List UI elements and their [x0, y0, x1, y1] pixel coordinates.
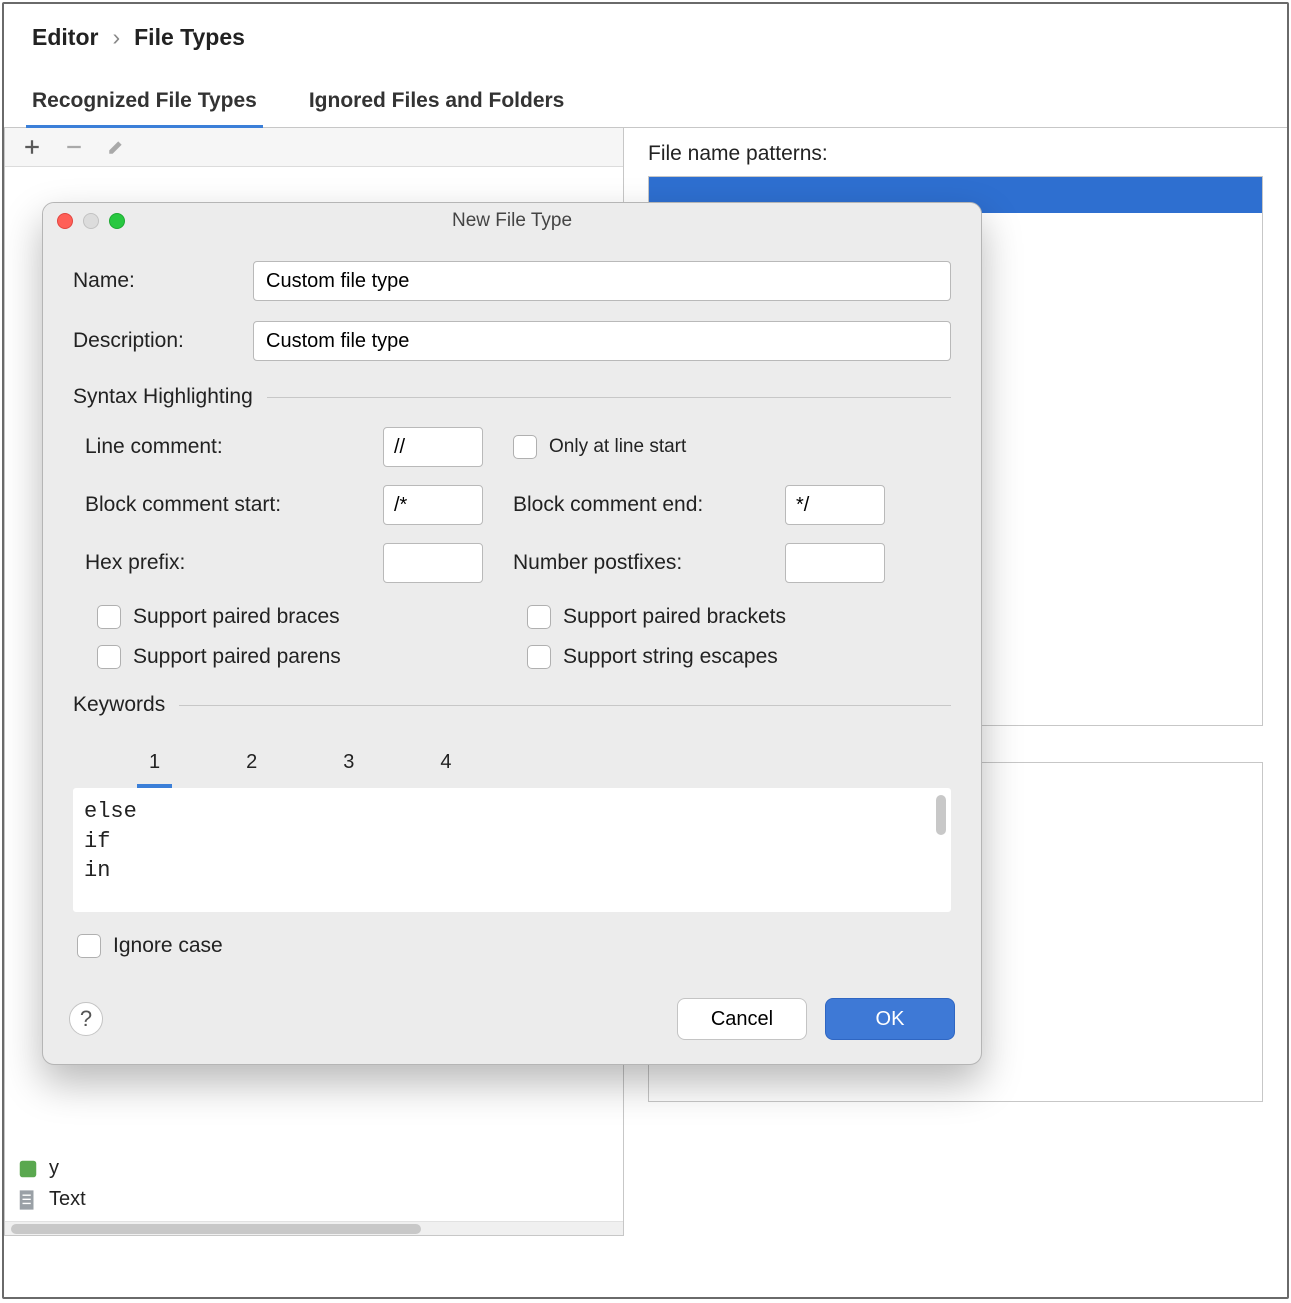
keyword-tab-4[interactable]: 4: [428, 745, 463, 788]
list-item-label: y: [49, 1157, 59, 1180]
breadcrumb: Editor › File Types: [4, 4, 1287, 61]
keyword-tabs: 1 2 3 4: [73, 735, 951, 788]
ok-button[interactable]: OK: [825, 998, 955, 1040]
list-item[interactable]: Text: [15, 1184, 613, 1215]
filetype-tabs: Recognized File Types Ignored Files and …: [4, 61, 1287, 128]
tab-ignored-files-folders[interactable]: Ignored Files and Folders: [303, 81, 571, 127]
only-at-line-start-checkbox[interactable]: [513, 435, 537, 459]
add-icon[interactable]: [21, 136, 43, 158]
number-postfixes-field[interactable]: [785, 543, 885, 583]
types-toolbar: [5, 128, 623, 167]
support-brackets-checkbox[interactable]: [527, 605, 551, 629]
breadcrumb-parent[interactable]: Editor: [32, 24, 98, 51]
vertical-scrollbar[interactable]: [936, 795, 946, 835]
types-list-visible: y Text: [5, 1147, 623, 1221]
support-brackets-label: Support paired brackets: [563, 605, 786, 629]
line-comment-label: Line comment:: [85, 435, 383, 459]
horizontal-scrollbar[interactable]: [5, 1221, 623, 1235]
support-braces-label: Support paired braces: [133, 605, 340, 629]
patterns-label: File name patterns:: [648, 142, 1263, 166]
cancel-button[interactable]: Cancel: [677, 998, 807, 1040]
support-escapes-checkbox[interactable]: [527, 645, 551, 669]
text-file-icon: [17, 1189, 39, 1211]
support-parens-label: Support paired parens: [133, 645, 341, 669]
keyword-tab-3[interactable]: 3: [331, 745, 366, 788]
list-item-label: Text: [49, 1188, 86, 1211]
remove-icon[interactable]: [63, 136, 85, 158]
block-comment-start-field[interactable]: [383, 485, 483, 525]
new-file-type-dialog: New File Type Name: Description: Syntax …: [42, 202, 982, 1065]
number-postfixes-label: Number postfixes:: [513, 551, 773, 575]
breadcrumb-current: File Types: [134, 24, 245, 51]
support-escapes-label: Support string escapes: [563, 645, 778, 669]
keywords-list[interactable]: else if in: [73, 788, 951, 912]
support-parens-checkbox[interactable]: [97, 645, 121, 669]
keyword-tab-1[interactable]: 1: [137, 745, 172, 788]
list-item[interactable]: y: [15, 1153, 613, 1184]
keyword-tab-2[interactable]: 2: [234, 745, 269, 788]
help-button[interactable]: ?: [69, 1002, 103, 1036]
file-icon: [17, 1158, 39, 1180]
ignore-case-checkbox[interactable]: [77, 934, 101, 958]
block-comment-start-label: Block comment start:: [85, 493, 383, 517]
line-comment-field[interactable]: [383, 427, 483, 467]
edit-icon[interactable]: [105, 136, 127, 158]
syntax-section-header: Syntax Highlighting: [73, 385, 951, 409]
hex-prefix-field[interactable]: [383, 543, 483, 583]
block-comment-end-field[interactable]: [785, 485, 885, 525]
ignore-case-label: Ignore case: [113, 934, 223, 958]
description-label: Description:: [73, 329, 253, 353]
tab-recognized-file-types[interactable]: Recognized File Types: [26, 81, 263, 129]
description-field[interactable]: [253, 321, 951, 361]
keywords-section-header: Keywords: [73, 693, 951, 717]
only-at-line-start-label: Only at line start: [549, 436, 686, 458]
breadcrumb-separator: ›: [112, 24, 120, 51]
block-comment-end-label: Block comment end:: [513, 493, 773, 517]
name-label: Name:: [73, 269, 253, 293]
dialog-titlebar: New File Type: [43, 203, 981, 239]
dialog-title: New File Type: [43, 210, 981, 232]
keywords-text: else if in: [84, 797, 940, 886]
hex-prefix-label: Hex prefix:: [85, 551, 383, 575]
support-braces-checkbox[interactable]: [97, 605, 121, 629]
name-field[interactable]: [253, 261, 951, 301]
